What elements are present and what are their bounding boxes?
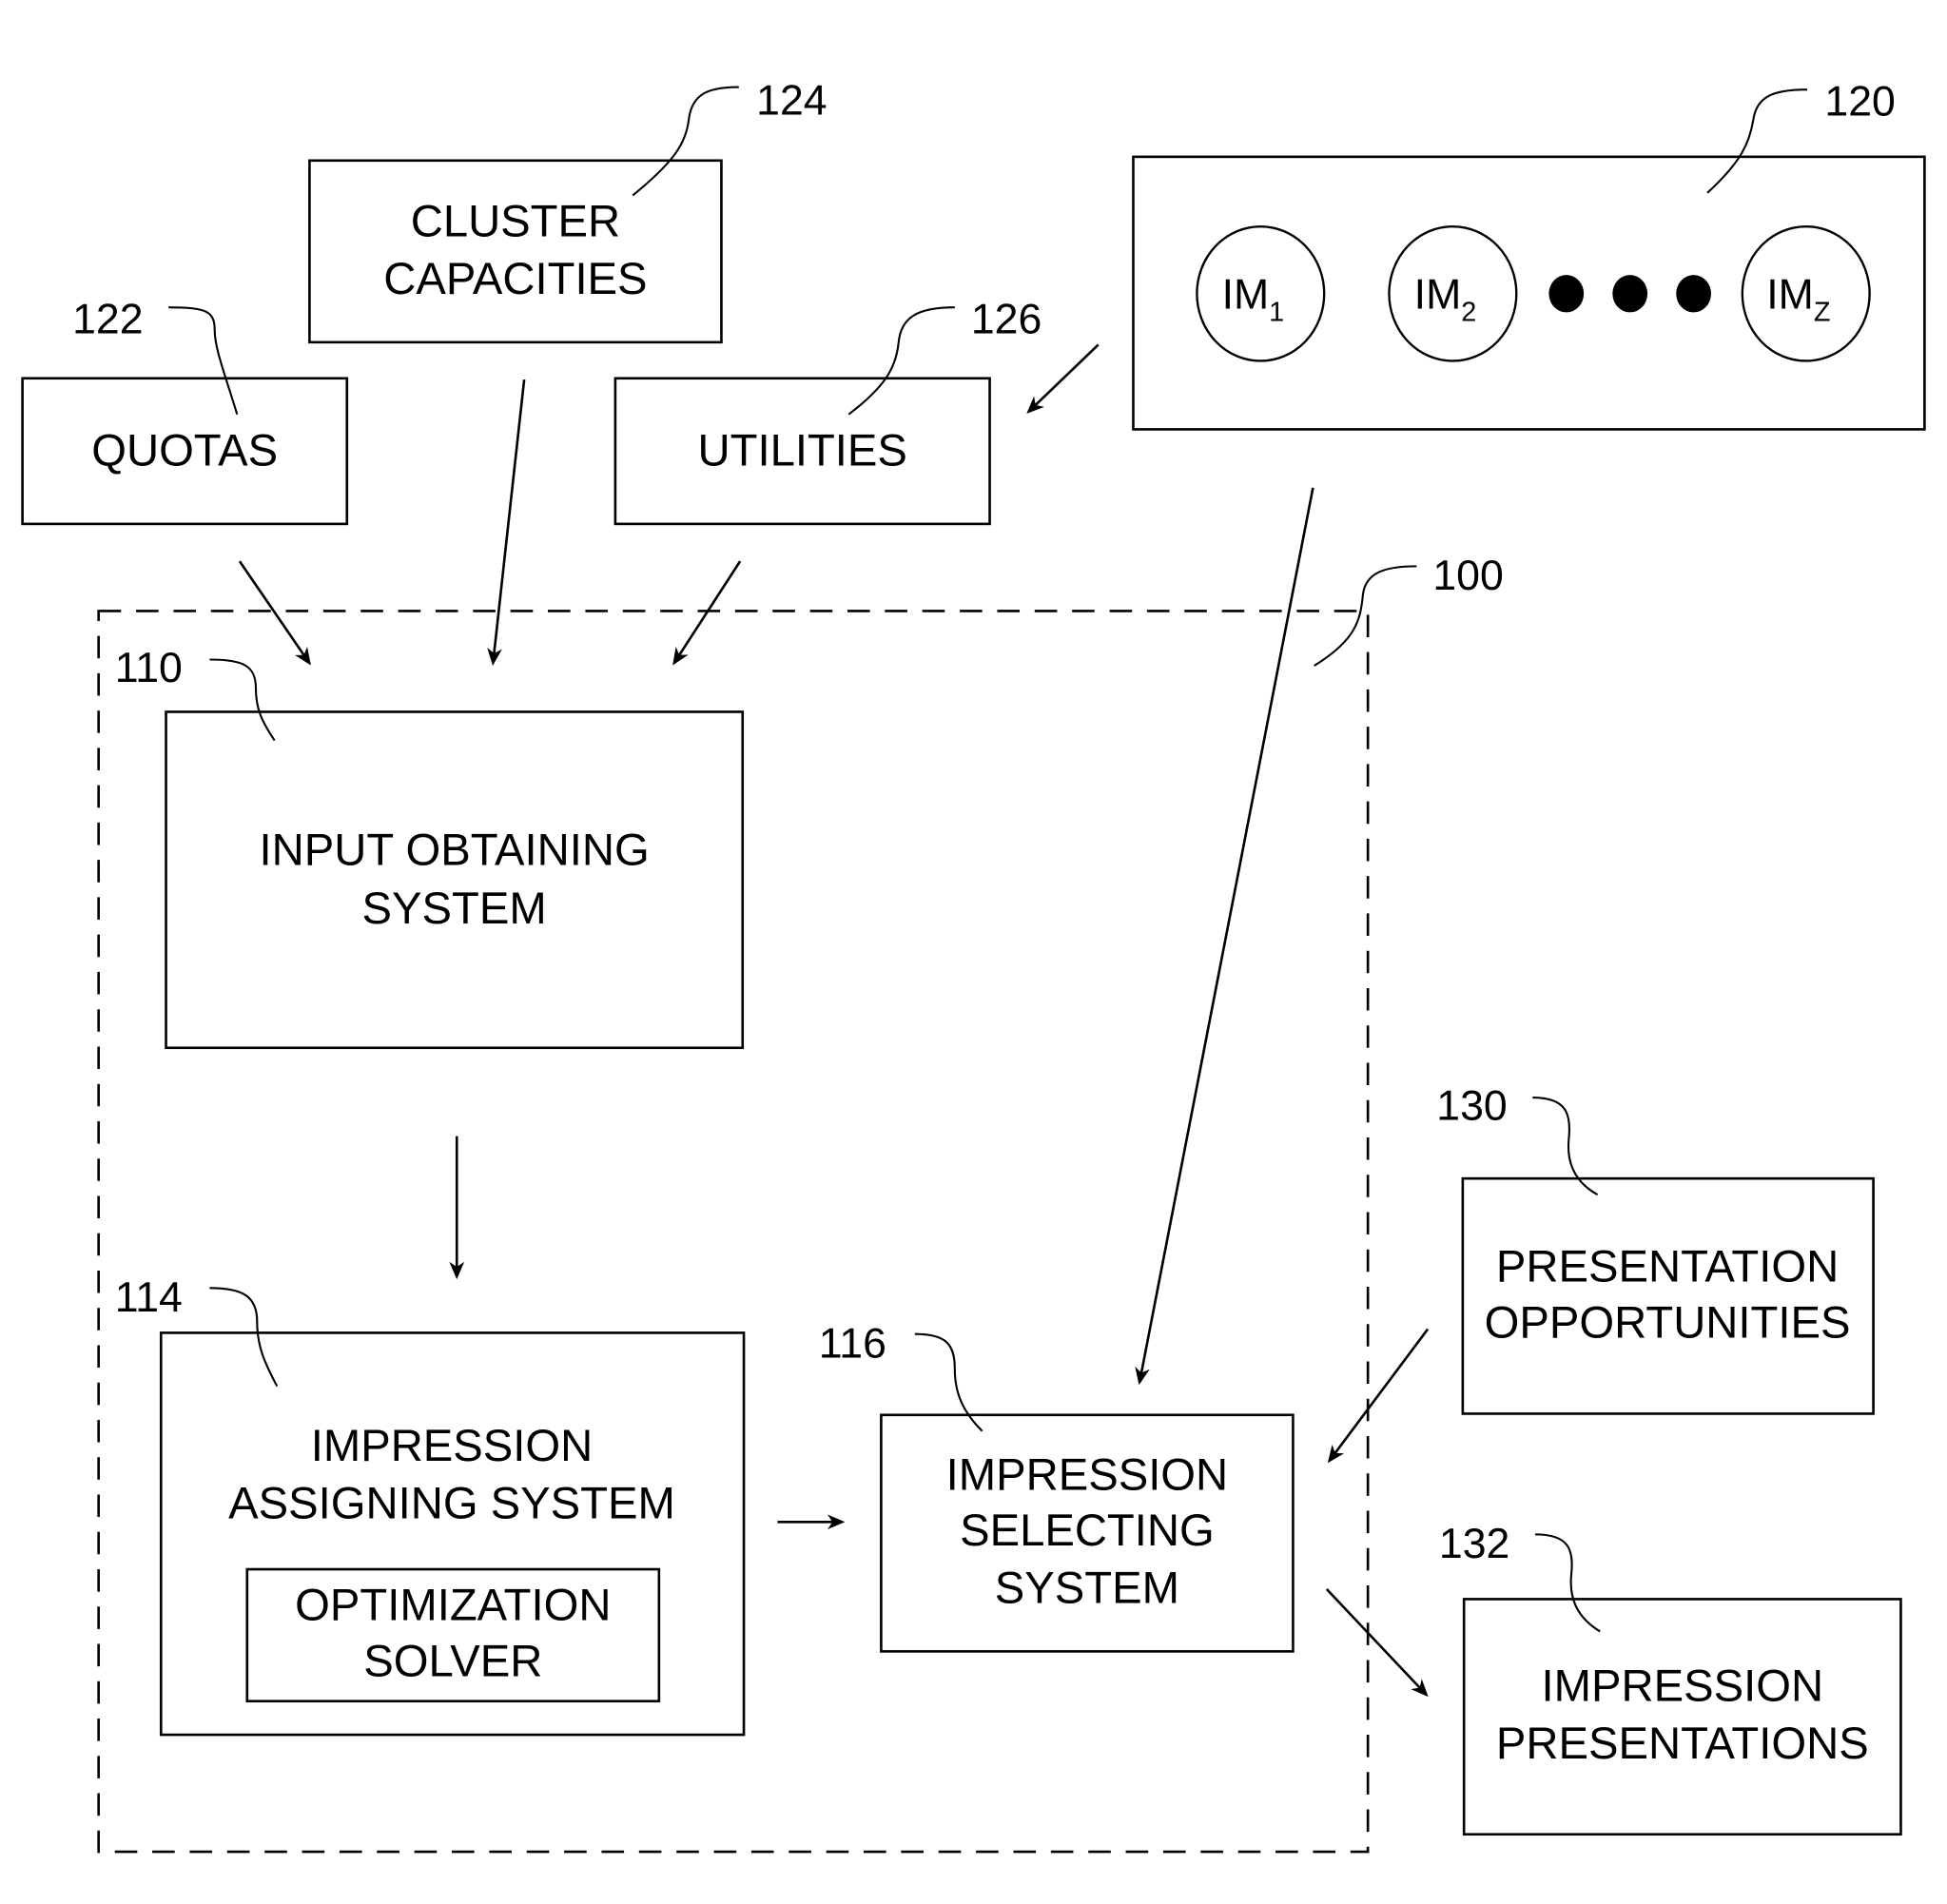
cluster-capacities-box[interactable] — [308, 159, 723, 344]
leader-100 — [1314, 565, 1417, 667]
arrow-opportunities-to-selecting — [1327, 1328, 1430, 1464]
optimization-solver-label-1: OPTIMIZATION — [295, 1580, 611, 1630]
input-obtaining-label-1: INPUT OBTAINING — [260, 824, 650, 874]
impression-selecting-label-1: IMPRESSION — [946, 1448, 1229, 1499]
ellipsis-dot — [1676, 275, 1711, 313]
input-obtaining-label-2: SYSTEM — [362, 883, 547, 933]
system-diagram: 100 CLUSTER CAPACITIES 124 QUOTAS 122 UT… — [21, 77, 1926, 1854]
ref-120: 120 — [1824, 79, 1895, 126]
ref-110: 110 — [115, 645, 183, 691]
ellipsis-dot — [1548, 275, 1585, 313]
impression-presentations-label-1: IMPRESSION — [1542, 1661, 1824, 1711]
ref-124: 124 — [756, 77, 827, 124]
arrow-models-to-selecting — [1135, 487, 1314, 1386]
ref-130: 130 — [1436, 1083, 1507, 1130]
arrow-models-to-utilities — [1026, 343, 1100, 414]
optimization-solver-label-2: SOLVER — [363, 1636, 542, 1686]
impression-selecting-label-3: SYSTEM — [995, 1562, 1179, 1612]
cluster-capacities-label-2: CAPACITIES — [383, 253, 647, 303]
arrow-utilities-to-input — [672, 560, 742, 666]
impression-presentations-label-2: PRESENTATIONS — [1496, 1718, 1869, 1768]
presentation-opportunities-label-2: OPPORTUNITIES — [1485, 1297, 1851, 1348]
arrow-selecting-to-presentations — [1325, 1588, 1429, 1698]
ellipsis-dot — [1612, 275, 1648, 313]
ref-126: 126 — [971, 297, 1042, 343]
utilities-label: UTILITIES — [698, 424, 907, 475]
ref-114: 114 — [115, 1274, 183, 1321]
cluster-capacities-label-1: CLUSTER — [411, 196, 620, 246]
arrow-capacities-to-input — [487, 379, 526, 667]
ref-122: 122 — [72, 297, 143, 343]
input-obtaining-system-box[interactable] — [165, 710, 745, 1050]
ref-116: 116 — [819, 1321, 886, 1368]
impression-selecting-label-2: SELECTING — [960, 1505, 1215, 1555]
presentation-opportunities-label-1: PRESENTATION — [1496, 1241, 1839, 1292]
impression-assigning-label-1: IMPRESSION — [311, 1420, 594, 1470]
impression-assigning-label-2: ASSIGNING SYSTEM — [228, 1477, 675, 1527]
ref-100: 100 — [1432, 553, 1503, 599]
quotas-label: QUOTAS — [91, 424, 278, 475]
ref-132: 132 — [1439, 1521, 1509, 1567]
